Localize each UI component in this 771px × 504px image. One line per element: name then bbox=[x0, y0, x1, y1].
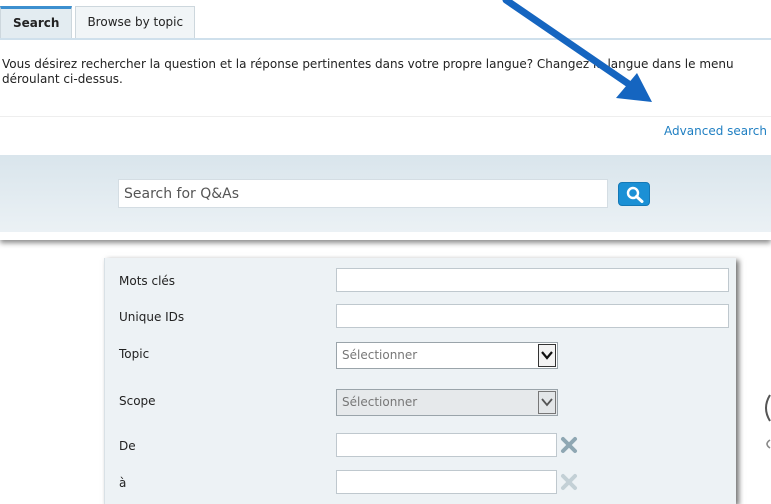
from-date-label: De bbox=[119, 439, 136, 453]
scope-dropdown-button[interactable] bbox=[538, 391, 556, 414]
clear-x-icon[interactable] bbox=[560, 436, 578, 454]
from-date-input[interactable] bbox=[336, 433, 557, 457]
to-date-label: à bbox=[119, 476, 127, 490]
scope-select-value: Sélectionner bbox=[342, 395, 418, 409]
topic-select-value: Sélectionner bbox=[342, 348, 418, 362]
scope-label: Scope bbox=[119, 394, 156, 408]
keywords-input[interactable] bbox=[336, 268, 729, 292]
topic-label: Topic bbox=[119, 347, 150, 361]
cropped-edge-mark bbox=[765, 394, 771, 422]
scope-select[interactable]: Sélectionner bbox=[336, 389, 558, 416]
screenshot-stage: Search Browse by topic Vous désirez rech… bbox=[0, 0, 771, 504]
chevron-down-icon bbox=[541, 351, 553, 360]
keywords-label: Mots clés bbox=[119, 274, 176, 288]
chevron-down-icon bbox=[541, 398, 553, 407]
to-date-input[interactable] bbox=[336, 470, 557, 494]
topic-select[interactable]: Sélectionner bbox=[336, 342, 558, 369]
advanced-search-form: Mots clés Unique IDs Topic Sélectionner … bbox=[104, 258, 736, 504]
topic-dropdown-button[interactable] bbox=[538, 344, 556, 367]
cropped-edge-mark bbox=[766, 439, 771, 449]
unique-ids-input[interactable] bbox=[336, 304, 729, 328]
unique-ids-label: Unique IDs bbox=[119, 310, 185, 324]
clear-x-icon[interactable] bbox=[560, 473, 578, 491]
